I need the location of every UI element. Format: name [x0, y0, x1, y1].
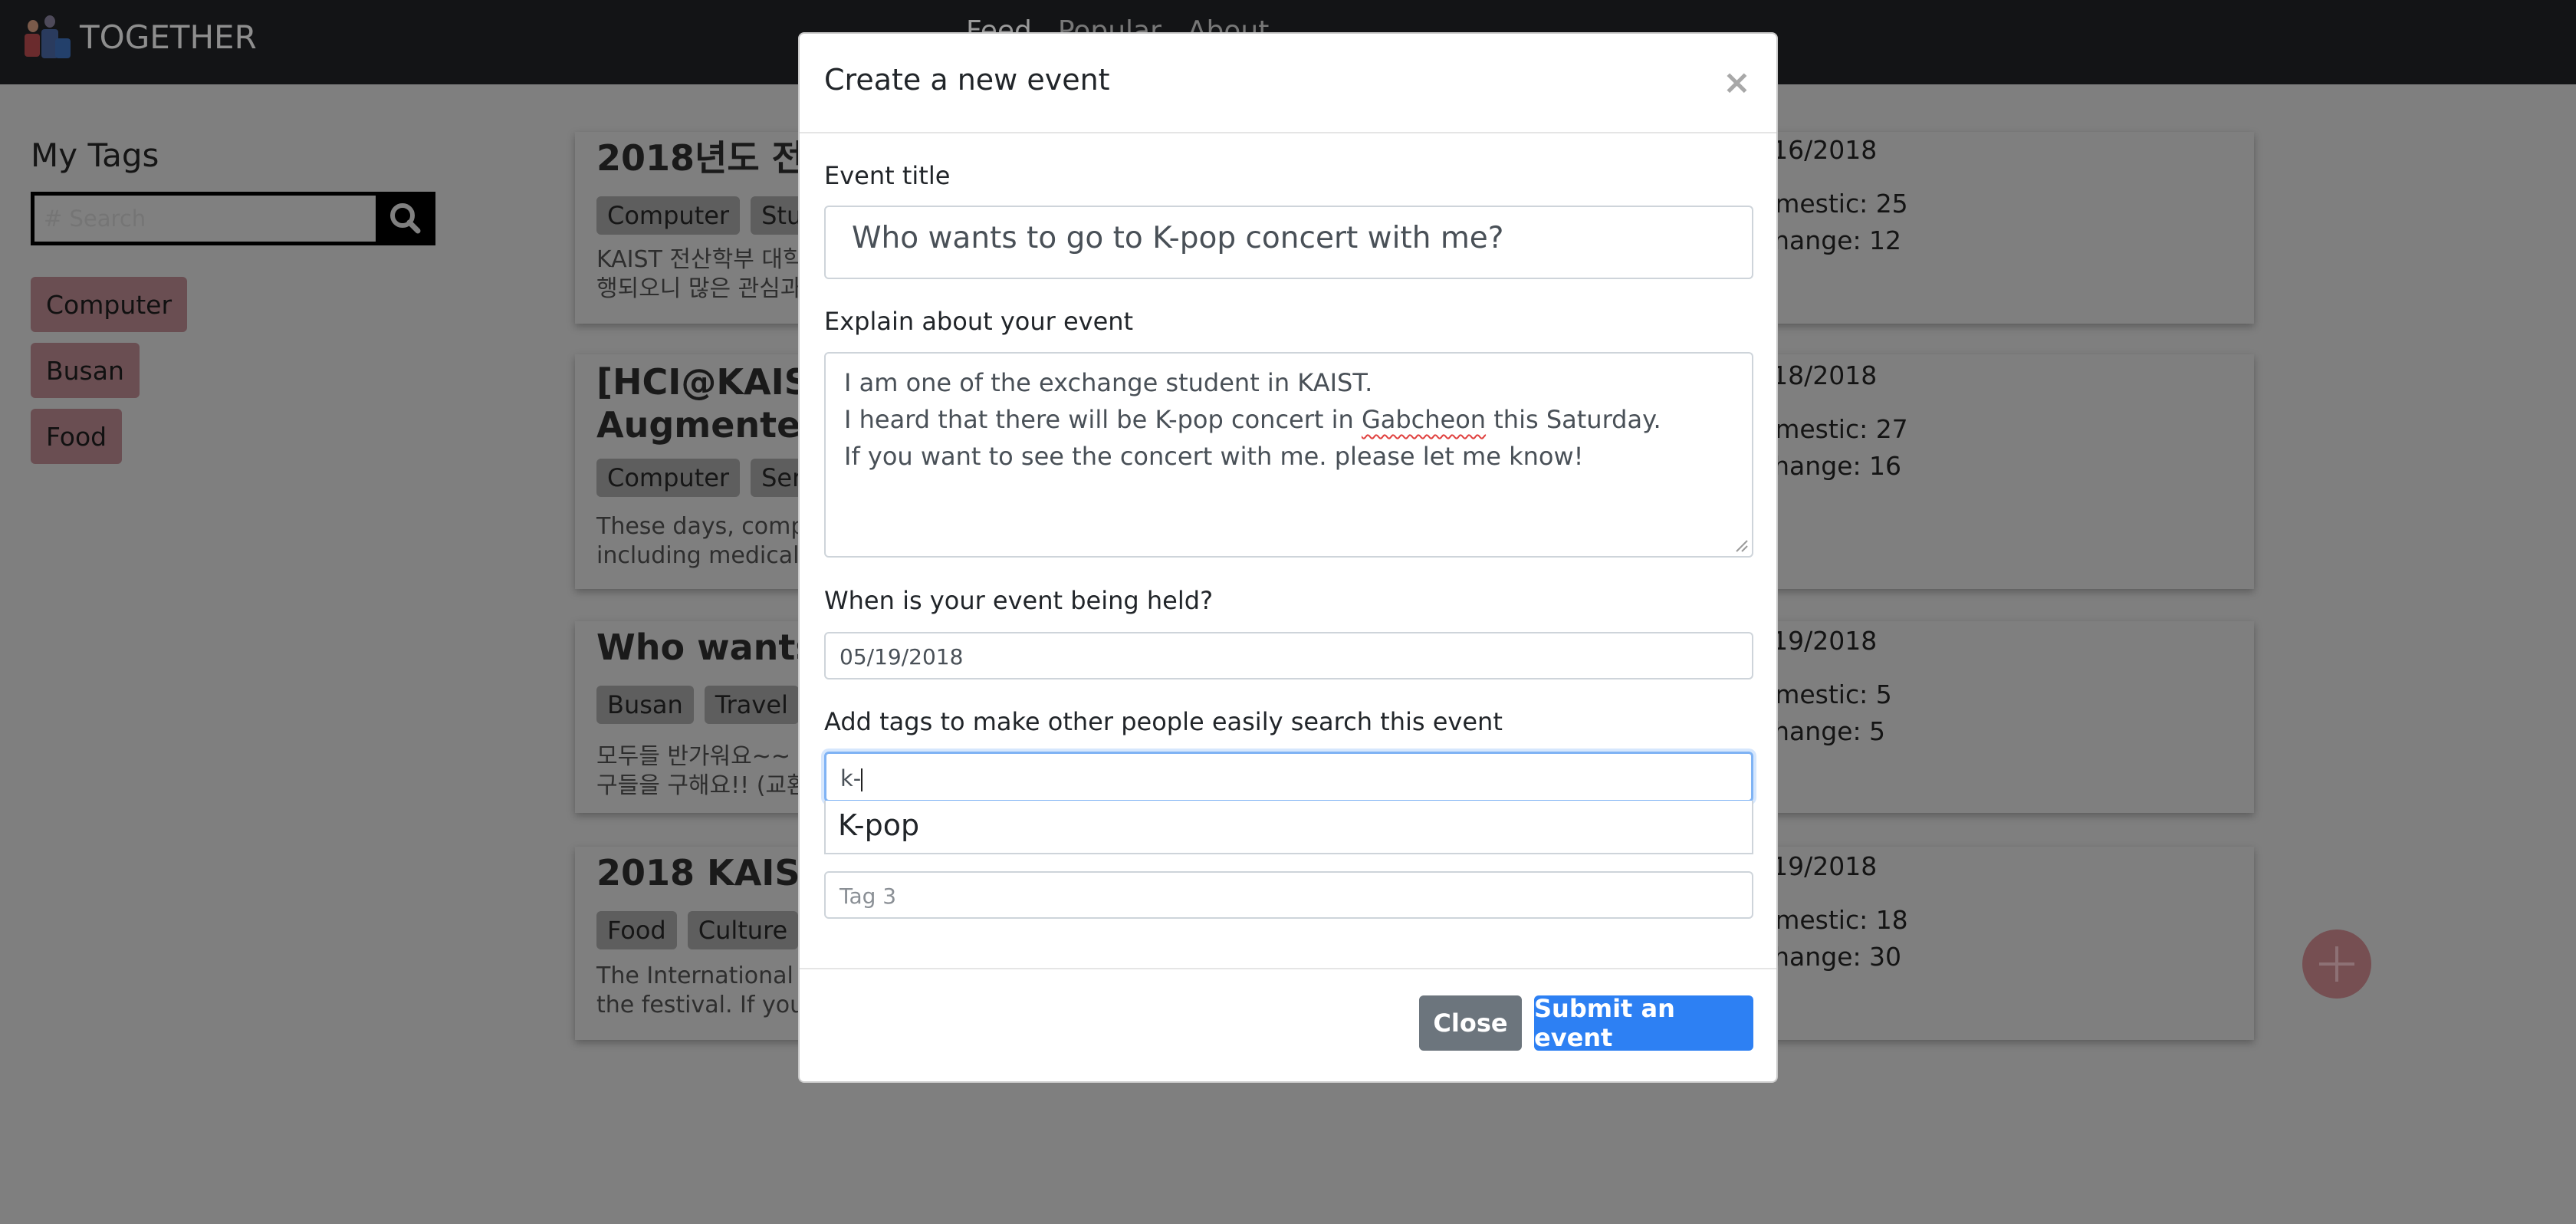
resize-handle-icon[interactable] — [1735, 539, 1749, 553]
event-date-label: When is your event being held? — [824, 586, 1214, 615]
tag-search-input[interactable] — [42, 205, 390, 232]
event-description: The International Fe the festival. If yo… — [596, 962, 826, 1020]
event-tag[interactable]: Busan — [596, 686, 694, 724]
description-line: 모두들 반가워요~~ 0 — [596, 743, 813, 770]
tag-1-input[interactable]: k- — [824, 752, 1753, 802]
close-icon[interactable]: × — [1723, 63, 1751, 102]
event-tags: Computer Stud — [596, 196, 829, 235]
event-description-label: Explain about your event — [824, 307, 1134, 336]
event-title-label: Event title — [824, 161, 951, 190]
brand[interactable]: TOGETHER — [25, 14, 257, 60]
description-line: These days, compu — [596, 513, 820, 540]
exchange-count: change: 5 — [1760, 716, 1886, 746]
sidebar-tag-computer[interactable]: Computer — [31, 277, 188, 332]
description-line: including medical, i — [596, 542, 820, 569]
tag-3-input[interactable]: Tag 3 — [824, 871, 1753, 919]
description-line: If you want to see the concert with me. … — [844, 442, 1584, 471]
domestic-count: omestic: 18 — [1760, 905, 1908, 935]
exchange-count: change: 12 — [1760, 225, 1902, 255]
event-tags-label: Add tags to make other people easily sea… — [824, 707, 1503, 736]
sidebar-title: My Tags — [31, 137, 159, 174]
sidebar-tag-busan[interactable]: Busan — [31, 343, 140, 398]
event-date-input[interactable]: 05/19/2018 — [824, 632, 1753, 679]
description-text: I heard that there will be K-pop concert… — [844, 405, 1362, 434]
event-description: 모두들 반가워요~~ 0 구들을 구해요!! (교환 — [596, 742, 813, 801]
submit-event-button[interactable]: Submit an event — [1534, 994, 1753, 1052]
misspelled-word: Gabcheon — [1361, 405, 1487, 434]
event-tag[interactable]: Computer — [596, 196, 741, 235]
event-date: /18/2018 — [1763, 360, 1878, 390]
description-line: the festival. If you n — [596, 992, 826, 1018]
description-line: 구들을 구해요!! (교환 — [596, 772, 808, 799]
modal-header: Create a new event × — [800, 34, 1776, 133]
domestic-count: omestic: 25 — [1760, 189, 1908, 219]
description-line: I heard that there will be K-pop concert… — [844, 401, 1733, 438]
event-tags: Computer Sem — [596, 459, 827, 497]
close-button[interactable]: Close — [1419, 995, 1522, 1051]
exchange-count: change: 16 — [1760, 451, 1902, 481]
event-date: /19/2018 — [1763, 851, 1878, 881]
event-tags: Busan Travel — [596, 686, 799, 724]
event-tag[interactable]: Culture — [687, 911, 799, 949]
description-line: 행되오니 많은 관심과 — [596, 275, 802, 302]
event-tag[interactable]: Food — [596, 911, 677, 949]
tag-input-text: k- — [840, 765, 862, 791]
tag-search-box — [31, 192, 435, 245]
create-event-modal: Create a new event × Event title Who wan… — [798, 32, 1778, 1083]
event-title: 2018 KAIST — [596, 852, 824, 893]
event-description-textarea[interactable]: I am one of the exchange student in KAIS… — [824, 352, 1753, 558]
sidebar-tag-food[interactable]: Food — [31, 409, 123, 464]
brand-name: TOGETHER — [80, 18, 257, 56]
description-text: this Saturday. — [1486, 405, 1661, 434]
add-event-button[interactable] — [2302, 930, 2371, 999]
search-button[interactable] — [376, 192, 435, 245]
domestic-count: omestic: 27 — [1760, 414, 1908, 444]
event-tags: Food Culture — [596, 911, 799, 949]
description-line: I am one of the exchange student in KAIS… — [844, 368, 1373, 397]
domestic-count: omestic: 5 — [1760, 679, 1892, 709]
event-tag[interactable]: Travel — [704, 686, 799, 724]
event-title-input[interactable]: Who wants to go to K-pop concert with me… — [824, 206, 1753, 279]
event-tag[interactable]: Computer — [596, 459, 741, 497]
event-description: These days, compu including medical, i — [596, 512, 820, 571]
event-description: KAIST 전산학부 대학 행되오니 많은 관심과 — [596, 245, 804, 304]
exchange-count: change: 30 — [1760, 942, 1902, 972]
description-line: KAIST 전산학부 대학 — [596, 246, 804, 273]
search-icon — [390, 203, 421, 234]
event-date: /19/2018 — [1763, 626, 1878, 656]
text-cursor — [861, 768, 863, 791]
event-date: /16/2018 — [1763, 135, 1878, 165]
modal-title: Create a new event — [824, 63, 1110, 97]
description-line: The International Fe — [596, 962, 827, 989]
people-logo-icon — [25, 15, 72, 58]
tag-suggestion-item[interactable]: K-pop — [824, 801, 1753, 854]
